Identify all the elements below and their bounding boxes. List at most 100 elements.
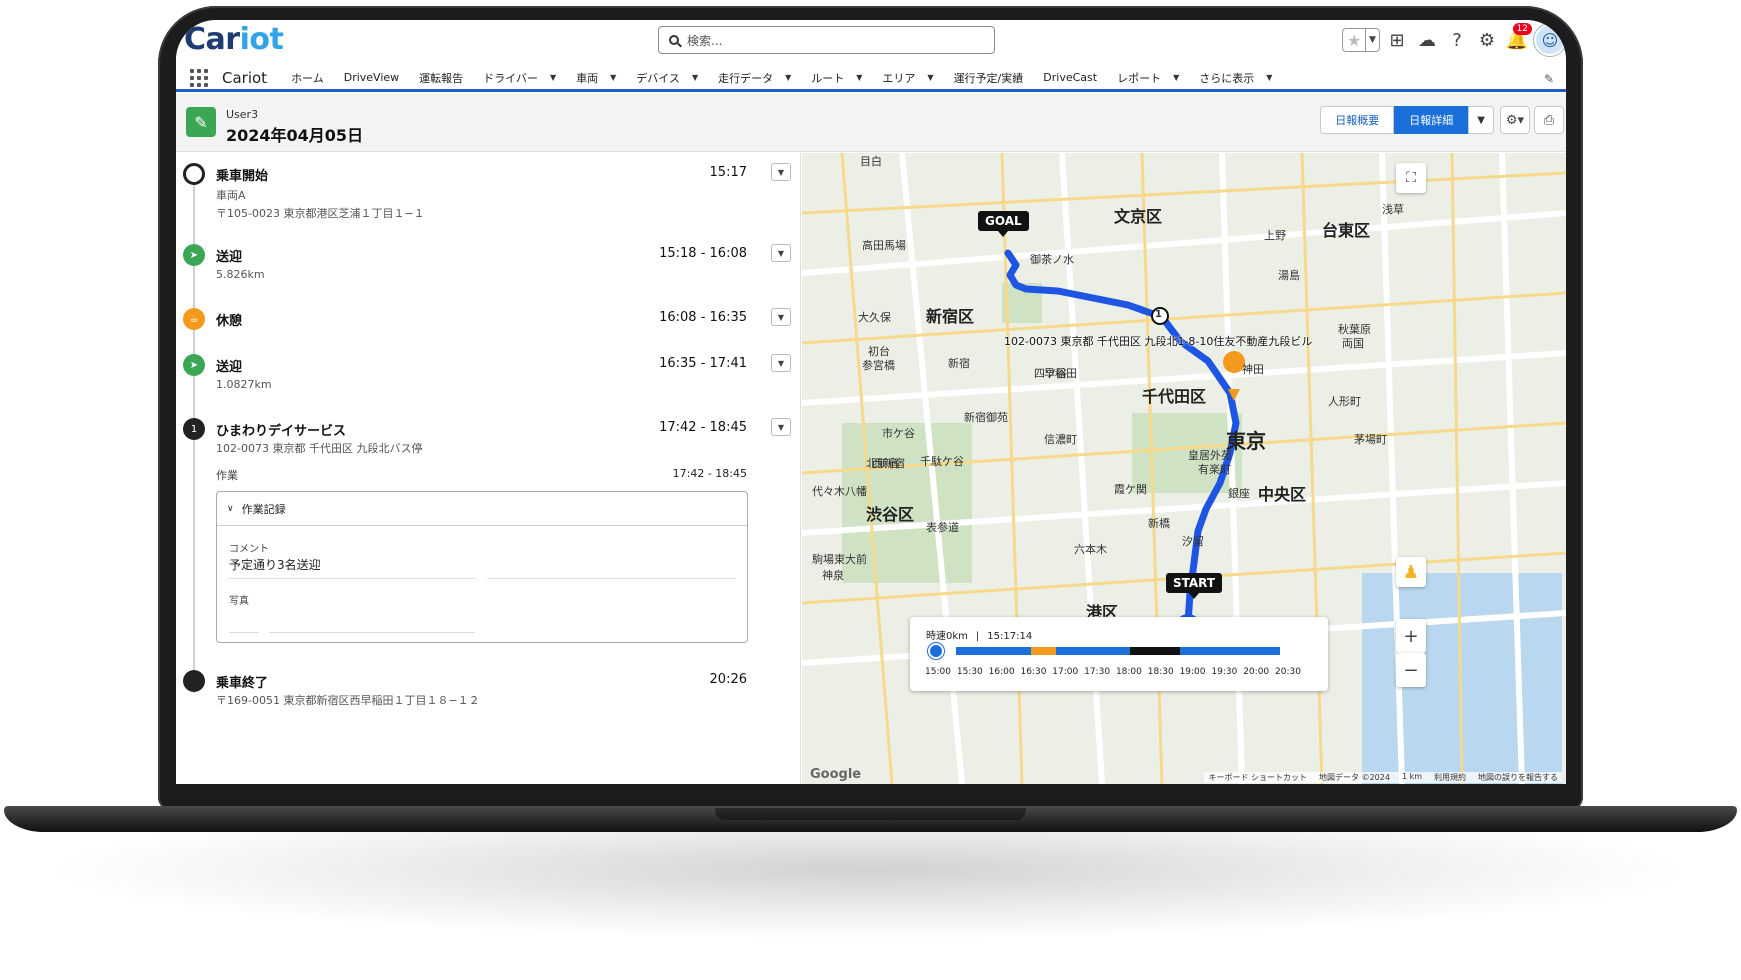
gear-icon[interactable]: ⚙ <box>1474 27 1500 53</box>
app-launcher-icon[interactable] <box>190 68 208 87</box>
google-logo: Google <box>810 767 862 782</box>
district-label: 新宿区 <box>926 307 975 326</box>
playback-ticks: 15:00 15:30 16:00 16:30 17:00 17:30 18:00 18:30… <box>925 667 1306 679</box>
global-actions-icon[interactable]: ⊞ <box>1384 27 1410 53</box>
chevron-down-icon[interactable]: ▼ <box>550 73 556 82</box>
place-label: 汐留 <box>1182 535 1204 548</box>
playback-segment <box>956 647 1031 655</box>
chevron-down-icon[interactable]: ▼ <box>771 163 791 181</box>
star-icon: ★ <box>1347 30 1362 50</box>
chevron-down-icon[interactable]: ▼ <box>1468 106 1494 134</box>
playback-tick: 15:00 <box>925 667 951 677</box>
chevron-down-icon[interactable]: ▼ <box>771 354 791 372</box>
waypoint-number: 1 <box>1155 309 1162 320</box>
place-label: 六本木 <box>1074 543 1107 556</box>
playback-slider-handle[interactable] <box>928 643 944 659</box>
timeline-title: 休憩 <box>216 314 243 329</box>
zoom-in-button[interactable]: + <box>1396 619 1426 653</box>
playback-timeline-bar[interactable] <box>956 647 1280 655</box>
chevron-down-icon[interactable]: ▼ <box>1173 73 1179 82</box>
place-label: 有楽町 <box>1198 463 1231 476</box>
trailhead-icon[interactable]: ☁ <box>1414 27 1440 53</box>
chevron-down-icon[interactable]: ▼ <box>1266 73 1272 82</box>
screen: Cariot 検索... ★ ▼ ⊞ ☁ ? ⚙ 🔔 12 ☺ Cariot ホーム… <box>176 20 1566 784</box>
edit-nav-icon[interactable]: ✎ <box>1544 72 1554 86</box>
chevron-down-icon[interactable]: ▼ <box>771 308 791 326</box>
terms-link[interactable]: 利用規約 <box>1434 772 1466 783</box>
timeline-title: ひまわりデイサービス <box>216 424 347 439</box>
bell-icon[interactable]: 🔔 12 <box>1504 23 1532 53</box>
playback-tick: 17:30 <box>1084 667 1111 677</box>
speed-readout: 時速0km <box>926 631 968 642</box>
chevron-down-icon[interactable]: ▼ <box>771 244 791 262</box>
favorites-button[interactable]: ★ ▼ <box>1342 28 1380 52</box>
pegman-icon[interactable]: ♟ <box>1396 557 1426 587</box>
help-icon[interactable]: ? <box>1444 27 1470 53</box>
route-map[interactable]: 1 文京区 台東区 新宿区 千代田区 東京 中央区 渋谷区 港区 目白 高田馬場 大久保 新宿 四ツ谷… <box>802 153 1566 784</box>
nav-item[interactable]: 運行予定/実績 <box>944 70 1034 86</box>
timeline-title: 乗車開始 <box>216 169 269 184</box>
place-label: 神田 <box>1242 363 1264 376</box>
nav-item[interactable]: 運転報告 <box>409 70 473 86</box>
place-label: 目白 <box>860 155 882 168</box>
chevron-down-icon[interactable]: ▼ <box>610 73 616 82</box>
chevron-down-icon[interactable]: ▼ <box>927 73 933 82</box>
nav-item[interactable]: さらに表示 ▼ <box>1189 70 1282 86</box>
playback-tick: 17:00 <box>1052 667 1079 677</box>
start-pin[interactable]: START <box>1166 573 1223 599</box>
timeline-time: 20:26 <box>709 672 747 687</box>
stop-number-icon: 1 <box>183 418 205 440</box>
place-label: 浅草 <box>1382 203 1404 216</box>
report-link[interactable]: 地図の誤りを報告する <box>1478 772 1558 783</box>
fullscreen-button[interactable]: ⛶ <box>1396 163 1426 193</box>
work-record-header[interactable]: ∨ 作業記録 <box>217 492 747 526</box>
playback-segment <box>1180 647 1280 655</box>
page-title: 2024年04月05日 <box>226 126 364 145</box>
goal-pin[interactable]: GOAL <box>978 211 1029 237</box>
timeline-time: 16:35 - 17:41 <box>659 356 747 371</box>
nav-item[interactable]: レポート ▼ <box>1107 70 1189 86</box>
cariot-logo[interactable]: Cariot <box>184 22 284 57</box>
timeline-title: 乗車終了 <box>216 676 269 691</box>
nav-item[interactable]: デバイス ▼ <box>626 70 708 86</box>
nav-item[interactable]: 車両 ▼ <box>566 70 626 86</box>
nav-item[interactable]: エリア ▼ <box>872 70 943 86</box>
settings-button[interactable]: ⚙▾ <box>1500 106 1530 134</box>
zoom-out-button[interactable]: − <box>1396 653 1426 687</box>
detail-button[interactable]: 日報詳細 <box>1394 106 1469 134</box>
place-label: 上野 <box>1264 229 1286 242</box>
chevron-down-icon: ∨ <box>227 503 234 514</box>
playback-tick: 19:00 <box>1179 667 1206 677</box>
photo-label: 写真 <box>229 596 249 607</box>
chevron-down-icon[interactable]: ▼ <box>1365 29 1379 51</box>
chevron-down-icon[interactable]: ▼ <box>692 73 698 82</box>
timeline-time: 15:18 - 16:08 <box>659 246 747 261</box>
keyboard-shortcuts-link[interactable]: キーボード ショートカット <box>1208 772 1307 783</box>
avatar[interactable]: ☺ <box>1534 24 1566 56</box>
global-search[interactable]: 検索... <box>658 26 995 54</box>
place-label: 市ケ谷 <box>882 427 915 440</box>
printer-icon: ⎙ <box>1543 112 1555 128</box>
nav-item[interactable]: DriveView <box>334 71 409 84</box>
district-label: 渋谷区 <box>866 505 915 524</box>
nav-item[interactable]: 走行データ ▼ <box>708 70 801 86</box>
nav-item[interactable]: ホーム <box>281 70 334 86</box>
search-placeholder: 検索... <box>687 33 723 48</box>
chevron-down-icon[interactable]: ▼ <box>856 73 862 82</box>
nav-item[interactable]: ルート ▼ <box>801 70 872 86</box>
summary-button[interactable]: 日報概要 <box>1320 106 1395 134</box>
distance: 1.0827km <box>216 378 272 391</box>
chevron-down-icon[interactable]: ▼ <box>771 418 791 436</box>
chevron-down-icon[interactable]: ▼ <box>785 73 791 82</box>
place-label: 高田馬場 <box>862 239 906 252</box>
divider <box>269 632 475 633</box>
print-button[interactable]: ⎙ <box>1534 106 1564 134</box>
time-readout: 15:17:14 <box>987 631 1033 642</box>
nav-item[interactable]: DriveCast <box>1033 71 1107 84</box>
nav-item[interactable]: ドライバー ▼ <box>473 70 566 86</box>
playback-tick: 19:30 <box>1211 667 1238 677</box>
place-label: 早稲田 <box>1044 367 1077 380</box>
nav-items: ホーム DriveView 運転報告 ドライバー ▼ 車両 ▼ デバイス ▼ 走行データ ▼ ルート ▼… <box>281 70 1282 86</box>
timeline-time: 17:42 - 18:45 <box>659 420 747 435</box>
timeline-title: 送迎 <box>216 250 243 265</box>
